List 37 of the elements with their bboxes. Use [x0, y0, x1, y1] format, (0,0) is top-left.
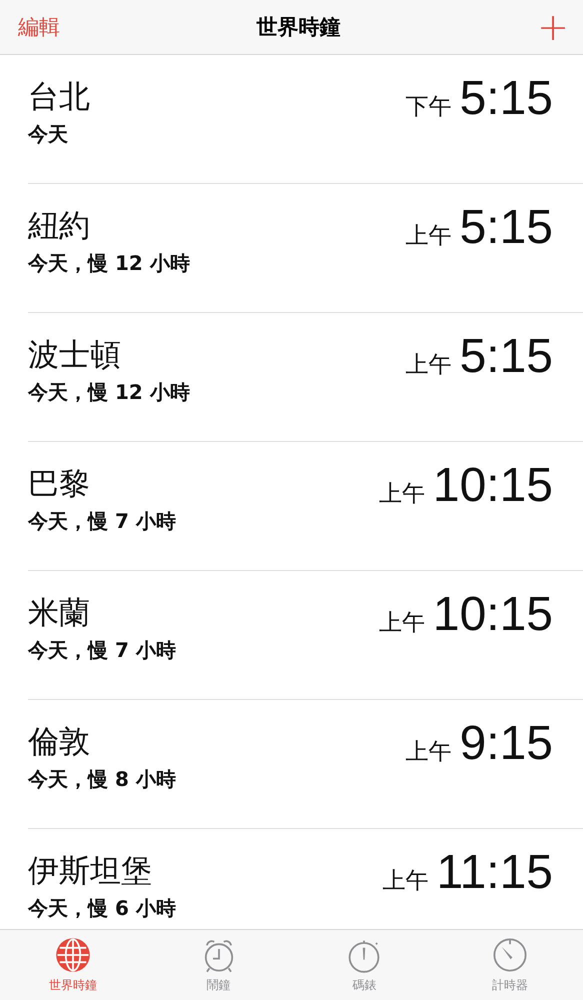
timer-icon [492, 936, 528, 972]
city-name: 米蘭 [28, 594, 91, 633]
time-period: 上午 [406, 222, 452, 251]
time-period: 上午 [378, 609, 425, 638]
city-name: 倫敦 [28, 723, 91, 762]
tab-item[interactable]: 鬧鐘 [146, 930, 292, 1000]
tab-item[interactable]: 世界時鐘 [0, 930, 146, 1000]
city-name: 伊斯坦堡 [28, 852, 153, 891]
city-name: 波士頓 [28, 336, 122, 375]
clock-time: 10:15 [432, 587, 553, 642]
add-button[interactable]: + [537, 8, 569, 46]
clock-time: 5:15 [460, 200, 553, 255]
time-offset: 今天，慢 7 小時 [28, 637, 176, 664]
clock-time: 11:15 [436, 845, 553, 900]
clock-time: 5:15 [460, 329, 553, 384]
tab-item[interactable]: 碼錶 [292, 930, 438, 1000]
time-offset: 今天，慢 12 小時 [28, 379, 190, 406]
city-name: 紐約 [28, 207, 91, 246]
edit-button[interactable]: 編輯 [18, 13, 60, 41]
city-name: 巴黎 [28, 465, 91, 504]
time-period: 上午 [406, 351, 452, 380]
time-offset: 今天，慢 7 小時 [28, 508, 176, 535]
time-offset: 今天 [28, 121, 69, 148]
globe-icon [54, 936, 91, 972]
time-period: 下午 [406, 93, 452, 122]
time-offset: 今天，慢 12 小時 [28, 250, 190, 277]
nav-title: 世界時鐘 [256, 14, 341, 41]
clock-time: 10:15 [432, 458, 553, 513]
clock-time: 5:15 [460, 71, 553, 126]
time-offset: 今天，慢 6 小時 [28, 895, 176, 922]
time-offset: 今天，慢 8 小時 [28, 766, 176, 793]
time-period: 上午 [406, 738, 452, 767]
city-name: 台北 [28, 78, 90, 117]
tab-item[interactable]: 計時器 [437, 930, 583, 1000]
clock-time: 9:15 [460, 716, 553, 771]
time-period: 上午 [378, 480, 425, 509]
time-period: 上午 [382, 867, 428, 896]
